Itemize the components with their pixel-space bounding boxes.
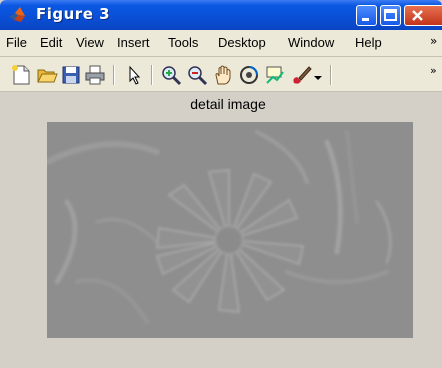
figure-window: Figure 3 File Edit View Insert Tools Des… [0,0,442,368]
menu-bar: File Edit View Insert Tools Desktop Wind… [0,30,442,57]
print-icon[interactable] [84,64,106,86]
rotate-3d-icon[interactable] [238,64,260,86]
menu-desktop[interactable]: Desktop [218,35,266,50]
pan-hand-icon[interactable] [212,64,234,86]
toolbar-separator [113,65,115,85]
menu-tools[interactable]: Tools [168,35,198,50]
menu-overflow[interactable]: » [430,34,437,48]
toolbar-overflow[interactable]: » [430,64,437,77]
menu-edit[interactable]: Edit [40,35,62,50]
zoom-out-icon[interactable] [186,64,208,86]
dropdown-arrow-icon[interactable] [312,64,324,86]
toolbar-separator [151,65,153,85]
select-arrow-icon[interactable] [124,64,146,86]
maximize-button[interactable] [380,5,401,26]
detail-image [47,122,413,338]
zoom-in-icon[interactable] [160,64,182,86]
minimize-button[interactable] [356,5,377,26]
menu-insert[interactable]: Insert [117,35,150,50]
matlab-icon[interactable] [8,6,28,24]
minimize-icon [362,18,369,21]
menu-help[interactable]: Help [355,35,382,50]
toolbar-separator [330,65,332,85]
axes-title: detail image [190,96,266,112]
save-icon[interactable] [60,64,82,86]
menu-window[interactable]: Window [288,35,334,50]
menu-file[interactable]: File [6,35,27,50]
figure-toolbar: » [0,57,442,92]
data-cursor-icon[interactable] [264,64,286,86]
maximize-icon [384,9,397,21]
title-bar[interactable]: Figure 3 [0,0,442,30]
close-icon [412,10,423,21]
close-button[interactable] [404,5,442,26]
open-file-icon[interactable] [36,64,58,86]
window-title: Figure 3 [36,5,111,23]
new-figure-icon[interactable] [10,64,32,86]
menu-view[interactable]: View [76,35,104,50]
brush-icon[interactable] [290,64,312,86]
